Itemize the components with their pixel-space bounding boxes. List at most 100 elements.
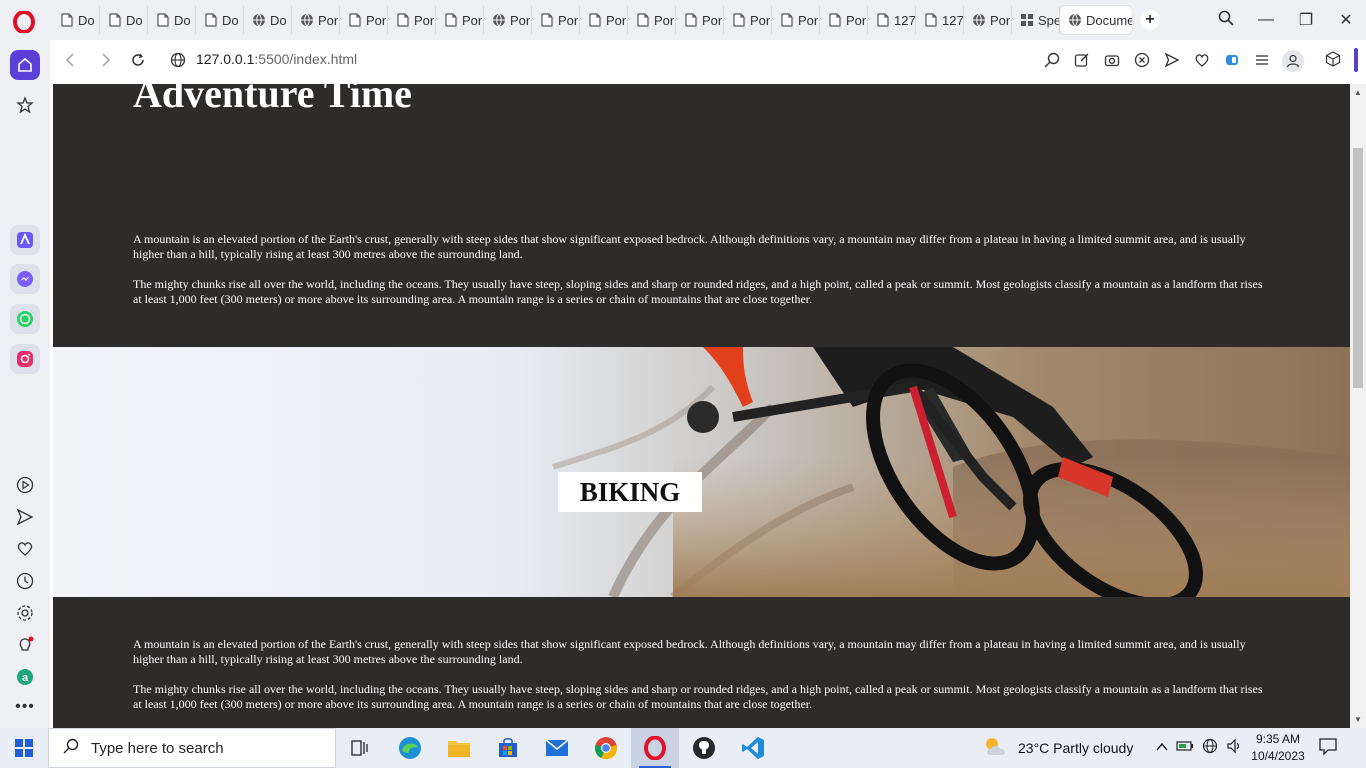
browser-tab[interactable]: Por [436, 6, 484, 34]
document-icon [396, 13, 410, 27]
document-icon [204, 13, 218, 27]
forward-arrow-icon[interactable] [96, 50, 116, 70]
browser-tab[interactable]: Docume [1060, 6, 1132, 34]
tab-label: Spe [1038, 12, 1060, 28]
browser-tab[interactable]: Por [772, 6, 820, 34]
browser-tab[interactable]: Do [196, 6, 244, 34]
minimize-button[interactable]: — [1246, 11, 1286, 29]
tab-label: Por [846, 12, 867, 28]
messenger-icon[interactable] [10, 264, 40, 294]
whatsapp-icon[interactable] [10, 304, 40, 334]
file-explorer-icon[interactable] [435, 728, 483, 768]
browser-tab[interactable]: Por [676, 6, 724, 34]
tab-search-icon[interactable] [1206, 10, 1246, 31]
settings-gear-icon[interactable] [10, 598, 40, 628]
tab-label: 127 [942, 12, 964, 28]
new-tab-plus-icon[interactable]: + [1140, 10, 1160, 30]
profile-avatar-icon[interactable] [1282, 50, 1304, 72]
site-info-globe-icon[interactable] [168, 50, 188, 70]
scroll-down-arrow-icon[interactable]: ▼ [1354, 715, 1362, 724]
browser-tab[interactable]: Do [52, 6, 100, 34]
browser-tab[interactable]: Por [724, 6, 772, 34]
tab-label: Por [366, 12, 387, 28]
browser-tab[interactable]: Por [628, 6, 676, 34]
instagram-icon[interactable] [10, 344, 40, 374]
tab-list: Do Do Do Do Do Por Por Por Por Por Por Por Por Por Por… [52, 6, 1160, 34]
amazon-icon[interactable]: a [10, 662, 40, 692]
chrome-icon[interactable] [582, 728, 630, 768]
taskbar-search-box[interactable]: Type here to search [48, 728, 336, 768]
browser-tab[interactable]: 127 [916, 6, 964, 34]
task-view-icon[interactable] [336, 728, 384, 768]
browser-tab[interactable]: Spe [1012, 6, 1060, 34]
document-icon [828, 13, 842, 27]
biking-label: BIKING [558, 472, 702, 512]
browser-tab[interactable]: Por [580, 6, 628, 34]
easy-setup-icon[interactable] [1252, 50, 1272, 70]
weather-widget[interactable]: 23°C Partly cloudy [982, 728, 1133, 768]
sidebar: a ••• [0, 40, 50, 728]
network-globe-icon[interactable] [1202, 738, 1218, 759]
browser-tab[interactable]: Por [964, 6, 1012, 34]
edge-browser-icon[interactable] [386, 728, 434, 768]
battery-saver-icon[interactable] [1222, 50, 1242, 70]
adblock-shield-icon[interactable] [1132, 50, 1152, 70]
browser-tab[interactable]: Do [244, 6, 292, 34]
browser-tab[interactable]: Por [292, 6, 340, 34]
tab-label: Por [414, 12, 435, 28]
show-hidden-icons-chevron-icon[interactable] [1156, 739, 1168, 757]
document-icon [444, 13, 458, 27]
extensions-cube-icon[interactable] [1318, 44, 1348, 74]
battery-icon[interactable] [1176, 739, 1194, 757]
mail-icon[interactable] [533, 728, 581, 768]
browser-tab[interactable]: Por [532, 6, 580, 34]
aria-ai-icon[interactable] [10, 225, 40, 255]
edit-icon[interactable] [1072, 50, 1092, 70]
microsoft-store-icon[interactable] [484, 728, 532, 768]
reload-icon[interactable] [128, 50, 148, 70]
close-button[interactable]: ✕ [1326, 10, 1366, 30]
browser-tab[interactable]: Por [340, 6, 388, 34]
tab-label: Do [222, 12, 239, 28]
browser-tab[interactable]: 127 [868, 6, 916, 34]
page-search-icon[interactable] [1042, 50, 1062, 70]
snapshot-camera-icon[interactable] [1102, 50, 1122, 70]
history-clock-icon[interactable] [10, 566, 40, 596]
heart-icon[interactable] [10, 534, 40, 564]
taskbar-search-placeholder: Type here to search [91, 739, 224, 757]
home-icon[interactable] [10, 50, 40, 80]
maximize-button[interactable]: ❐ [1286, 10, 1326, 30]
section-paragraph-1: A mountain is an elevated portion of the… [133, 637, 1246, 666]
scroll-up-arrow-icon[interactable]: ▲ [1354, 88, 1362, 97]
scrollbar-thumb[interactable] [1353, 148, 1363, 388]
svg-text:a: a [22, 672, 29, 684]
document-icon [60, 13, 74, 27]
browser-tab[interactable]: Por [388, 6, 436, 34]
address-bar-url[interactable]: 127.0.0.1:5500/index.html [196, 51, 357, 67]
browser-tab[interactable]: Por [484, 6, 532, 34]
opera-menu-icon[interactable] [10, 8, 38, 36]
tab-label: Por [990, 12, 1011, 28]
volume-icon[interactable] [1226, 738, 1242, 759]
tips-lightbulb-icon[interactable] [10, 630, 40, 660]
browser-tab[interactable]: Do [100, 6, 148, 34]
browser-tab[interactable]: Do [148, 6, 196, 34]
back-arrow-icon[interactable] [60, 50, 80, 70]
taskbar-clock[interactable]: 9:35 AM 10/4/2023 [1248, 731, 1308, 765]
windows-start-icon[interactable] [0, 728, 48, 768]
more-options-icon[interactable]: ••• [10, 692, 40, 722]
intro-paragraph-2: The mighty chunks rise all over the worl… [133, 277, 1263, 306]
send-icon[interactable] [10, 502, 40, 532]
github-desktop-icon[interactable] [680, 728, 728, 768]
notification-center-icon[interactable] [1318, 736, 1342, 760]
send-to-flow-icon[interactable] [1162, 50, 1182, 70]
tab-label: Por [606, 12, 627, 28]
bookmarks-star-icon[interactable] [10, 90, 40, 120]
bookmark-heart-icon[interactable] [1192, 50, 1212, 70]
player-icon[interactable] [10, 470, 40, 500]
browser-tab[interactable]: Por [820, 6, 868, 34]
page-scrollbar[interactable]: ▲ ▼ [1350, 84, 1366, 728]
opera-taskbar-icon[interactable] [631, 728, 679, 768]
sidebar-accent-strip [1354, 48, 1358, 72]
vscode-icon[interactable] [729, 728, 777, 768]
